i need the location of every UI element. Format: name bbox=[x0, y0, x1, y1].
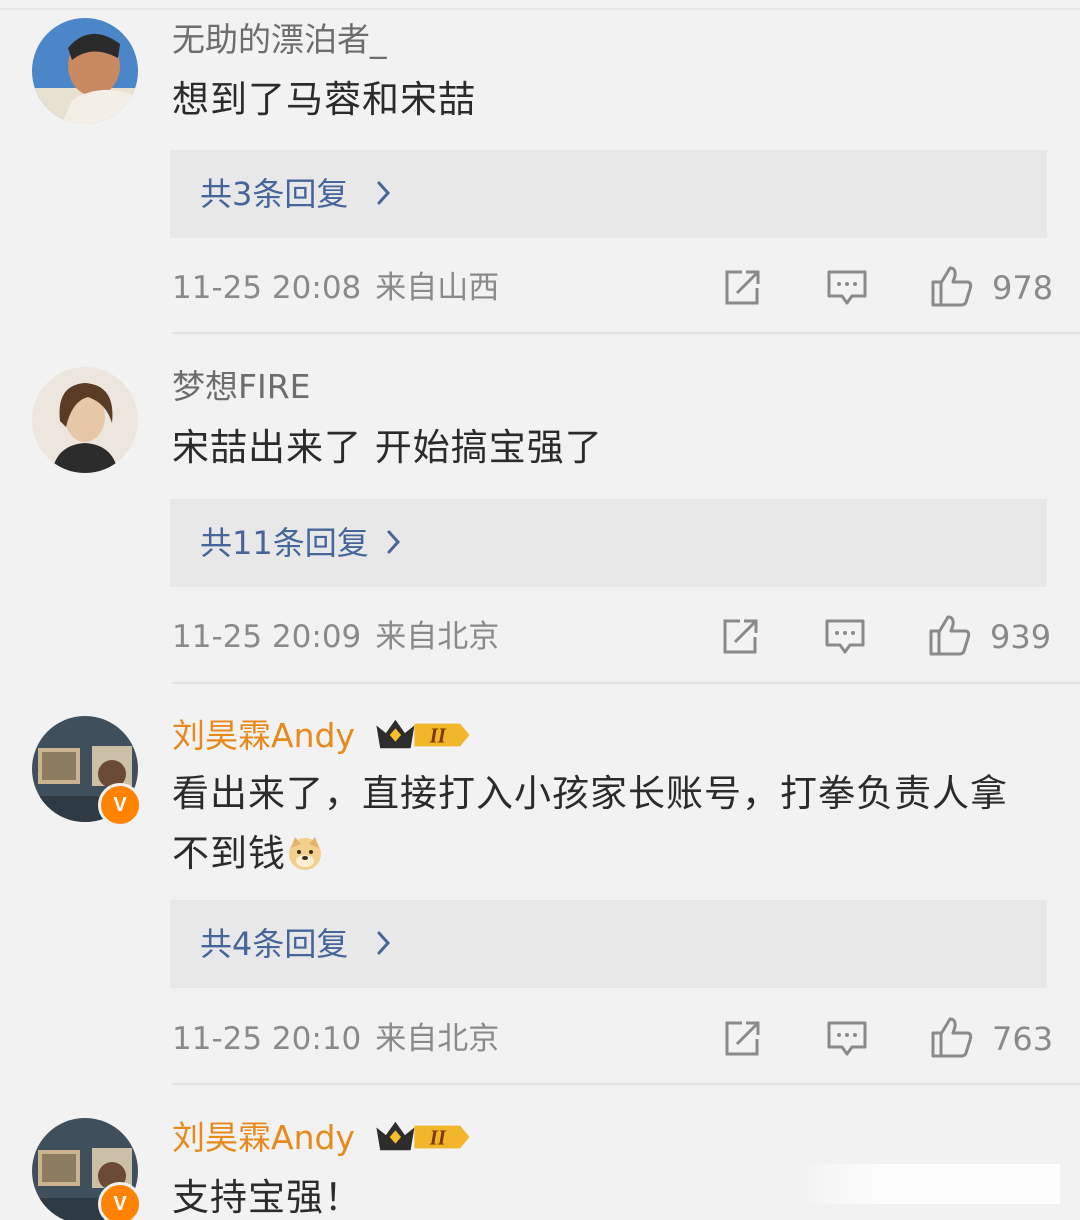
timestamp: 11-25 20:08 bbox=[172, 270, 362, 306]
comment-divider bbox=[172, 332, 1080, 334]
comment-icon[interactable] bbox=[826, 1019, 868, 1059]
replies-link[interactable]: 共11条回复 bbox=[200, 521, 369, 565]
like-icon[interactable] bbox=[930, 1015, 974, 1059]
vip-level: II bbox=[429, 724, 447, 748]
comment-icon[interactable] bbox=[824, 617, 866, 657]
comment-text: 想到了马蓉和宋喆 bbox=[172, 78, 476, 121]
username[interactable]: 无助的漂泊者_ bbox=[172, 20, 387, 60]
replies-box[interactable]: 共3条回复 bbox=[170, 150, 1047, 238]
chevron-right-icon bbox=[377, 181, 391, 205]
watermark-overlay bbox=[800, 1164, 1060, 1204]
like-icon[interactable] bbox=[930, 264, 974, 308]
crown-vip-icon: II bbox=[376, 719, 470, 749]
top-divider bbox=[0, 8, 1080, 10]
comment-meta: 11-25 20:10 来自北京 bbox=[172, 1019, 499, 1059]
comment-icon[interactable] bbox=[826, 268, 868, 308]
vip-level: II bbox=[429, 1126, 447, 1150]
location: 来自北京 bbox=[375, 619, 500, 655]
doge-emoji bbox=[289, 837, 321, 870]
comment-divider bbox=[172, 1083, 1080, 1085]
share-icon[interactable] bbox=[722, 268, 762, 308]
replies-box[interactable]: 共4条回复 bbox=[170, 900, 1047, 988]
verified-badge: V bbox=[98, 1182, 142, 1220]
share-icon[interactable] bbox=[720, 617, 760, 657]
replies-link[interactable]: 共3条回复 bbox=[200, 172, 348, 216]
replies-link[interactable]: 共4条回复 bbox=[200, 922, 348, 966]
share-icon[interactable] bbox=[722, 1019, 762, 1059]
verified-badge: V bbox=[98, 783, 142, 827]
timestamp: 11-25 20:10 bbox=[172, 1021, 362, 1057]
username[interactable]: 梦想FIRE bbox=[172, 367, 311, 407]
chevron-right-icon bbox=[377, 931, 391, 955]
comment-meta: 11-25 20:08 来自山西 bbox=[172, 268, 499, 308]
comment-list: 无助的漂泊者_ 想到了马蓉和宋喆 共3条回复 11-25 20:08 来自山西 9… bbox=[0, 0, 1080, 1220]
like-icon[interactable] bbox=[928, 613, 972, 657]
crown-vip-icon: II bbox=[376, 1121, 470, 1151]
comment-meta: 11-25 20:09 来自北京 bbox=[172, 617, 499, 657]
chevron-right-icon bbox=[387, 530, 401, 554]
avatar[interactable] bbox=[32, 367, 138, 473]
comment-divider bbox=[172, 682, 1080, 684]
username[interactable]: 刘昊霖Andy bbox=[172, 716, 355, 756]
like-count: 978 bbox=[992, 269, 1054, 307]
location: 来自山西 bbox=[375, 270, 500, 306]
username[interactable]: 刘昊霖Andy bbox=[172, 1118, 355, 1158]
avatar[interactable] bbox=[32, 18, 138, 124]
timestamp: 11-25 20:09 bbox=[172, 619, 362, 655]
like-count: 939 bbox=[990, 618, 1052, 656]
comment-text: 宋喆出来了 开始搞宝强了 bbox=[172, 426, 603, 469]
comment-text: 看出来了，直接打入小孩家长账号，打拳负责人拿不到钱 bbox=[172, 764, 1032, 884]
location: 来自北京 bbox=[375, 1021, 500, 1057]
replies-box[interactable]: 共11条回复 bbox=[170, 499, 1047, 587]
like-count: 763 bbox=[992, 1020, 1054, 1058]
